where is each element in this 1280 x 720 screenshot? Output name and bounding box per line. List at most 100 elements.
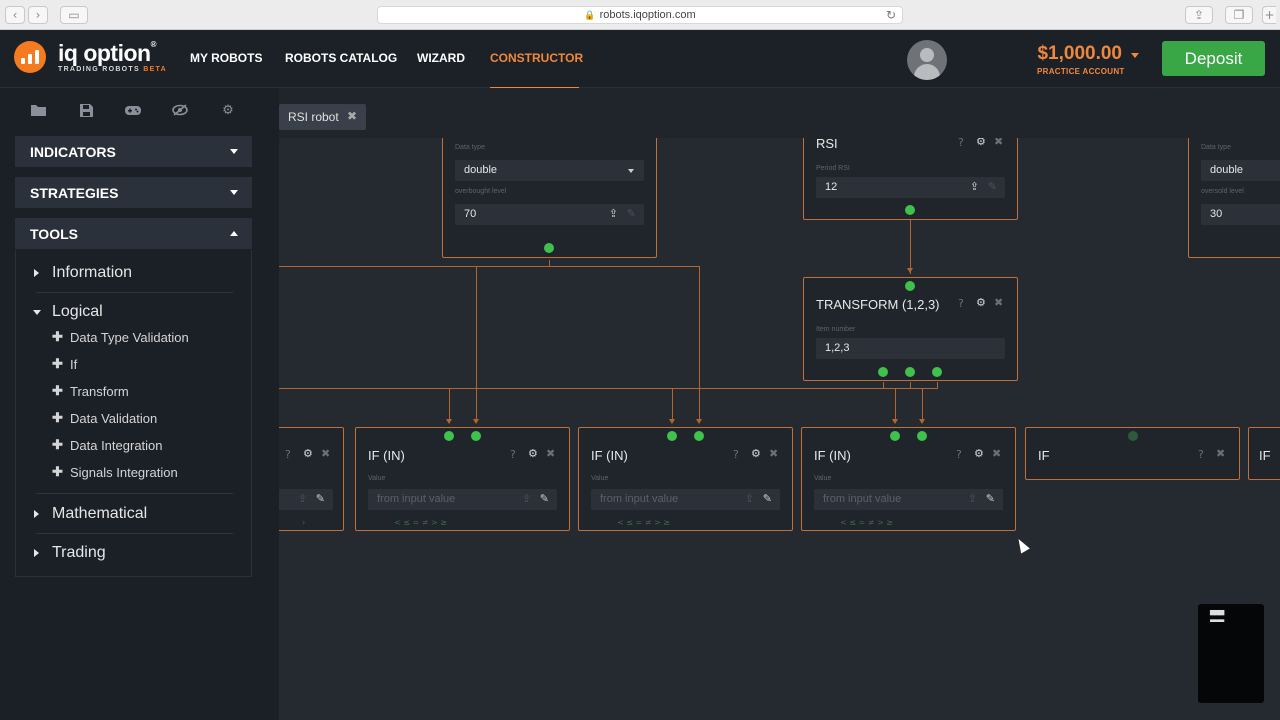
input-port[interactable] [471,431,481,441]
close-icon[interactable]: ✖ [546,447,555,460]
share-icon[interactable]: ⇪ [522,492,531,505]
category-trading[interactable]: Trading [16,544,253,564]
operator-row[interactable]: < ≤ = ≠ > ≥ [394,518,447,527]
gear-icon[interactable]: ⚙ [751,447,761,460]
output-port[interactable] [905,367,915,377]
close-icon[interactable]: ✖ [769,447,778,460]
node-transform[interactable]: TRANSFORM (1,2,3) ? ⚙ ✖ Item number 1,2,… [803,277,1018,381]
output-port[interactable] [905,205,915,215]
data-type-select[interactable]: double [1201,160,1280,181]
input-port[interactable] [694,431,704,441]
output-port[interactable] [878,367,888,377]
edit-icon[interactable]: ✎ [316,492,325,505]
period-input[interactable]: 12 ⇪ ✎ [816,177,1005,198]
node-if-in[interactable]: IF (IN) ? ⚙ ✖ Value from input value ⇪ ✎… [801,427,1016,531]
brand-name[interactable]: iq option® [58,40,157,67]
value-input[interactable]: ⇪ ✎ [279,489,333,510]
section-tools[interactable]: TOOLS [15,218,252,249]
section-indicators[interactable]: INDICATORS [15,136,252,167]
input-port[interactable] [917,431,927,441]
help-icon[interactable]: ? [510,448,516,461]
tabs-button[interactable]: ❐ [1225,6,1253,24]
node-oversold-level[interactable]: Data type double oversold level 30 [1188,138,1280,258]
level-input[interactable]: 70 ⇪ ✎ [455,204,644,225]
close-icon[interactable]: ✖ [321,447,330,460]
help-icon[interactable]: ? [958,297,964,310]
nav-constructor[interactable]: CONSTRUCTOR [490,51,583,65]
edit-icon[interactable]: ✎ [986,492,995,505]
gear-icon[interactable]: ⚙ [220,102,236,118]
node-overbought-level[interactable]: Data type double overbought level 70 ⇪ ✎ [442,138,657,258]
operator-row[interactable]: < ≤ = ≠ > ≥ [617,518,670,527]
input-port[interactable] [905,281,915,291]
close-icon[interactable]: ✖ [994,296,1003,309]
gear-icon[interactable]: ⚙ [976,138,986,148]
help-icon[interactable]: ? [1198,448,1204,461]
address-bar[interactable]: 🔒 robots.iqoption.com ↻ [377,6,903,24]
input-port[interactable] [444,431,454,441]
gear-icon[interactable]: ⚙ [976,296,986,309]
nav-wizard[interactable]: WIZARD [417,51,465,65]
gamepad-icon[interactable] [125,102,141,118]
node-rsi[interactable]: RSI ? ⚙ ✖ Period RSI 12 ⇪ ✎ [803,138,1018,220]
category-mathematical[interactable]: Mathematical [16,505,253,525]
edit-icon[interactable]: ✎ [627,207,636,220]
tab-rsi-robot[interactable]: RSI robot ✖ [279,104,366,130]
forward-button[interactable]: › [28,6,48,24]
help-icon[interactable]: ? [958,138,964,149]
save-icon[interactable] [78,102,94,118]
node-if[interactable]: IF ? ✖ [1025,427,1240,480]
nav-robots-catalog[interactable]: ROBOTS CATALOG [285,51,397,65]
node-if-in[interactable]: IF (IN) ? ⚙ ✖ Value from input value ⇪ ✎… [578,427,793,531]
node-if[interactable]: IF [1248,427,1280,480]
share-icon[interactable]: ⇪ [298,492,307,505]
help-icon[interactable]: ? [956,448,962,461]
back-button[interactable]: ‹ [5,6,25,24]
nav-my-robots[interactable]: MY ROBOTS [190,51,262,65]
logo-icon[interactable] [14,41,46,73]
gear-icon[interactable]: ⚙ [528,447,538,460]
share-icon[interactable]: ⇪ [745,492,754,505]
deposit-button[interactable]: Deposit [1162,41,1265,76]
node-if-in[interactable]: ? ⚙ ✖ ⇪ ✎ › [279,427,344,531]
data-type-select[interactable]: double [455,160,644,181]
help-icon[interactable]: ? [285,448,291,461]
output-port[interactable] [544,243,554,253]
avatar[interactable] [907,40,947,80]
category-information[interactable]: Information [16,264,253,284]
input-port[interactable] [1128,431,1138,441]
gear-icon[interactable]: ⚙ [974,447,984,460]
share-icon[interactable]: ⇪ [609,207,618,220]
edit-icon[interactable]: ✎ [988,180,997,193]
level-input[interactable]: 30 [1201,204,1280,225]
output-port[interactable] [932,367,942,377]
close-icon[interactable]: ✖ [994,138,1003,148]
folder-icon[interactable] [30,102,46,118]
help-icon[interactable]: ? [733,448,739,461]
value-input[interactable]: from input value ⇪ ✎ [368,489,557,510]
edit-icon[interactable]: ✎ [540,492,549,505]
reload-icon[interactable]: ↻ [886,8,896,22]
sidebar-toggle-button[interactable]: ▭ [60,6,88,24]
value-input[interactable]: from input value ⇪ ✎ [814,489,1003,510]
balance-amount[interactable]: $1,000.00 [1037,43,1122,65]
item-number-input[interactable]: 1,2,3 [816,338,1005,359]
constructor-canvas[interactable]: Data type double overbought level 70 ⇪ ✎… [279,138,1280,720]
share-icon[interactable]: ⇪ [968,492,977,505]
new-tab-button[interactable]: + [1262,6,1276,24]
operator-row[interactable]: < ≤ = ≠ > ≥ [840,518,893,527]
operator-row[interactable]: › [302,518,305,527]
close-icon[interactable]: ✖ [347,109,357,123]
gear-icon[interactable]: ⚙ [303,447,313,460]
node-if-in[interactable]: IF (IN) ? ⚙ ✖ Value from input value ⇪ ✎… [355,427,570,531]
value-input[interactable]: from input value ⇪ ✎ [591,489,780,510]
close-icon[interactable]: ✖ [992,447,1001,460]
section-strategies[interactable]: STRATEGIES [15,177,252,208]
input-port[interactable] [667,431,677,441]
category-logical[interactable]: Logical [16,303,253,323]
share-button[interactable]: ⇪ [1185,6,1213,24]
balance-dropdown-icon[interactable] [1131,53,1139,58]
eye-off-icon[interactable] [172,102,188,118]
share-icon[interactable]: ⇪ [970,180,979,193]
close-icon[interactable]: ✖ [1216,447,1225,460]
